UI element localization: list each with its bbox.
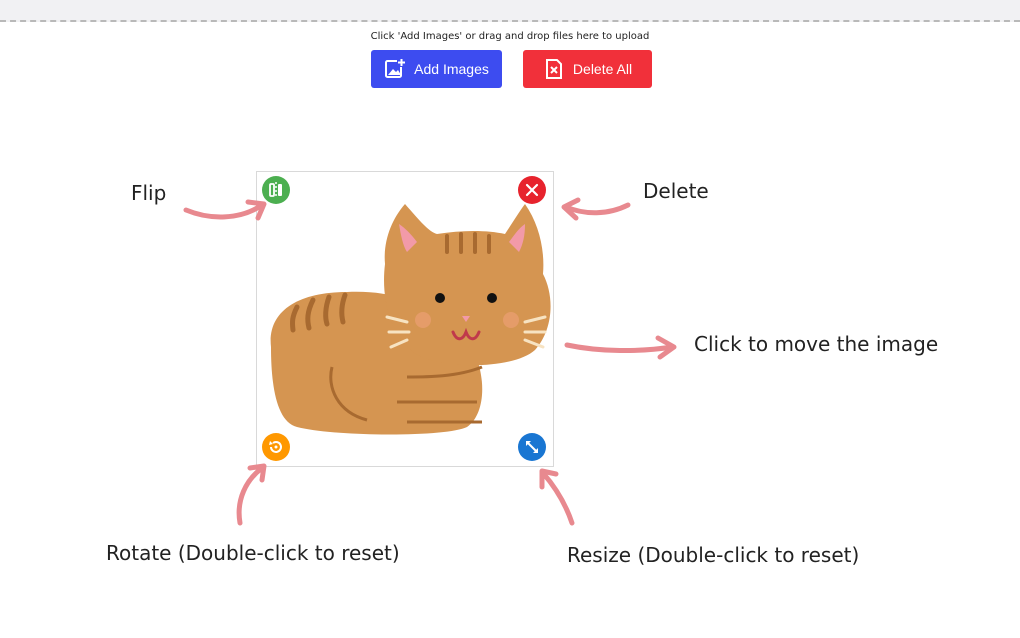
annotation-arrows xyxy=(183,197,677,526)
